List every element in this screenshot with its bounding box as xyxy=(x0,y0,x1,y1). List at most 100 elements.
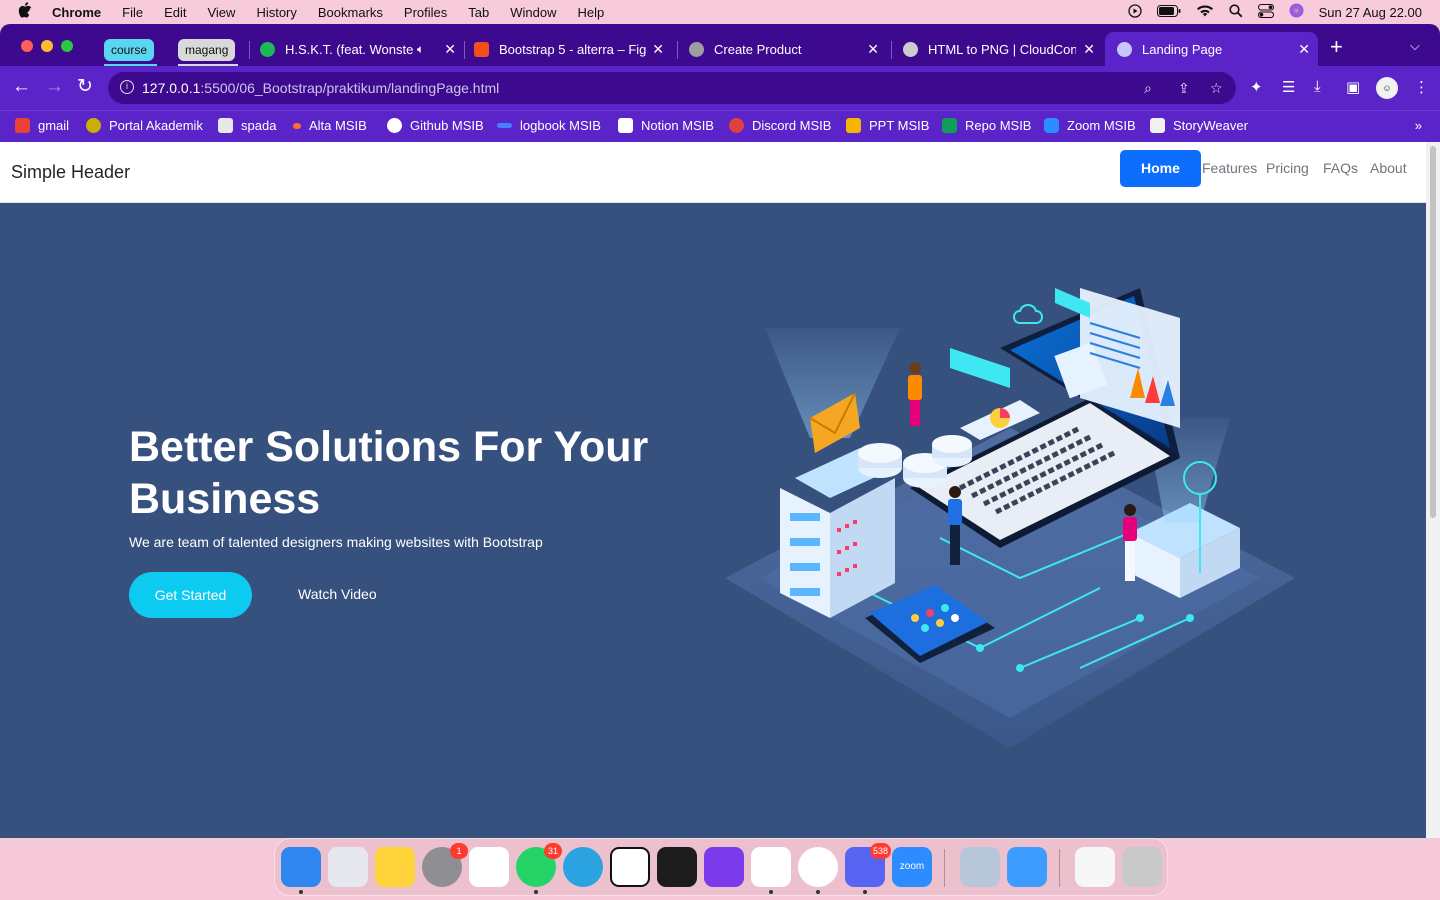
get-started-button[interactable]: Get Started xyxy=(129,572,252,618)
bookmark-storyweaver[interactable]: StoryWeaver xyxy=(1150,118,1248,133)
forward-button[interactable]: → xyxy=(45,76,64,98)
control-center-icon[interactable] xyxy=(1257,3,1274,21)
notes-icon[interactable] xyxy=(375,847,415,887)
nav-faqs[interactable]: FAQs xyxy=(1314,150,1367,187)
page-scrollbar[interactable] xyxy=(1426,142,1440,838)
search-icon[interactable] xyxy=(1229,3,1243,21)
speaker-icon[interactable]: 🔈︎ xyxy=(417,42,424,57)
side-panel-icon[interactable]: ▣ xyxy=(1346,78,1360,96)
menu-profiles[interactable]: Profiles xyxy=(404,5,447,20)
close-window-button[interactable] xyxy=(21,40,33,52)
site-info-icon[interactable]: i xyxy=(120,80,134,94)
zoom-icon[interactable]: zoom xyxy=(892,847,932,887)
menu-window[interactable]: Window xyxy=(510,5,556,20)
launchpad-icon[interactable] xyxy=(328,847,368,887)
chrome-icon[interactable] xyxy=(798,847,838,887)
url-text[interactable]: 127.0.0.1:5500/06_Bootstrap/praktikum/la… xyxy=(142,80,499,96)
media-control-icon[interactable]: ☰ xyxy=(1282,78,1295,96)
bookmark-star-icon[interactable]: ☆ xyxy=(1210,80,1223,97)
system-settings-icon[interactable]: 1 xyxy=(422,843,468,887)
nav-home[interactable]: Home xyxy=(1120,150,1201,187)
menu-tab[interactable]: Tab xyxy=(468,5,489,20)
storyweaver-icon xyxy=(1150,118,1165,133)
site-brand[interactable]: Simple Header xyxy=(11,162,130,183)
whatsapp-icon[interactable]: 31 xyxy=(516,843,562,887)
scrollbar-thumb[interactable] xyxy=(1430,146,1436,518)
download-icon[interactable]: ⤓ xyxy=(1314,78,1321,95)
watch-video-link[interactable]: Watch Video xyxy=(298,586,377,602)
preview-icon[interactable] xyxy=(960,847,1000,887)
telegram-icon[interactable] xyxy=(563,847,603,887)
slack-icon[interactable] xyxy=(469,847,509,887)
bookmark-discord-msib[interactable]: Discord MSIB xyxy=(729,118,831,133)
bookmark-portal-akademik[interactable]: Portal Akademik xyxy=(86,118,203,133)
zoom-window-button[interactable] xyxy=(61,40,73,52)
apple-icon[interactable] xyxy=(18,2,36,22)
bookmark-label: logbook MSIB xyxy=(520,118,601,133)
discord-icon[interactable]: 538 xyxy=(845,843,891,887)
more-menu-icon[interactable]: ⋮ xyxy=(1414,78,1429,96)
reload-button[interactable]: ↻ xyxy=(77,76,93,98)
profile-avatar[interactable]: ☺ xyxy=(1376,77,1398,99)
zoom-icon[interactable]: ⌕ xyxy=(1144,80,1152,97)
new-tab-button[interactable]: + xyxy=(1330,36,1343,58)
minimize-window-button[interactable] xyxy=(41,40,53,52)
bookmark-github-msib[interactable]: Github MSIB xyxy=(387,118,484,133)
play-icon[interactable] xyxy=(1127,3,1142,21)
back-button[interactable]: ← xyxy=(12,76,31,98)
extensions-icon[interactable]: ✦ xyxy=(1250,78,1263,96)
tab-separator xyxy=(677,41,678,59)
macos-dock: 1 31 538 zoom xyxy=(274,838,1168,896)
document-icon[interactable] xyxy=(1075,847,1115,887)
close-tab-icon[interactable]: ✕ xyxy=(444,41,456,58)
bookmark-repo-msib[interactable]: Repo MSIB xyxy=(942,118,1031,133)
battery-icon[interactable] xyxy=(1156,4,1181,20)
bookmark-alta-msib[interactable]: Alta MSIB xyxy=(293,118,367,133)
address-bar[interactable]: i 127.0.0.1:5500/06_Bootstrap/praktikum/… xyxy=(108,72,1236,104)
nav-features[interactable]: Features xyxy=(1193,150,1266,187)
bookmark-ppt-msib[interactable]: PPT MSIB xyxy=(846,118,929,133)
bookmark-label: Notion MSIB xyxy=(641,118,714,133)
menu-history[interactable]: History xyxy=(256,5,296,20)
vscode-icon[interactable] xyxy=(751,847,791,887)
menu-bookmarks[interactable]: Bookmarks xyxy=(318,5,383,20)
hero-title: Better Solutions For Your Business xyxy=(129,423,649,523)
clock[interactable]: Sun 27 Aug 22.00 xyxy=(1319,5,1422,20)
menu-help[interactable]: Help xyxy=(578,5,605,20)
bookmark-gmail[interactable]: gmail xyxy=(15,118,69,133)
tab-figma[interactable]: Bootstrap 5 - alterra – Fig ✕ xyxy=(472,32,672,66)
bookmark-logbook-msib[interactable]: logbook MSIB xyxy=(497,118,601,133)
tab-create-product[interactable]: Create Product ✕ xyxy=(687,32,887,66)
menu-file[interactable]: File xyxy=(122,5,143,20)
share-icon[interactable]: ⇪ xyxy=(1178,80,1190,97)
wifi-icon[interactable] xyxy=(1196,4,1214,20)
mail-icon[interactable] xyxy=(1007,847,1047,887)
bookmark-zoom-msib[interactable]: Zoom MSIB xyxy=(1044,118,1136,133)
terminal-icon[interactable] xyxy=(657,847,697,887)
tab-search-chevron-icon[interactable]: ⌵ xyxy=(1410,38,1420,54)
nav-pricing[interactable]: Pricing xyxy=(1257,150,1318,187)
menu-edit[interactable]: Edit xyxy=(164,5,186,20)
finder-icon[interactable] xyxy=(281,847,321,887)
close-tab-icon[interactable]: ✕ xyxy=(1083,41,1095,58)
nav-about[interactable]: About xyxy=(1361,150,1416,187)
menu-chrome[interactable]: Chrome xyxy=(52,5,101,20)
menu-view[interactable]: View xyxy=(207,5,235,20)
tab-group-magang[interactable]: magang xyxy=(178,39,236,61)
tab-group-course[interactable]: course xyxy=(104,39,155,61)
tab-title: Bootstrap 5 - alterra – Fig xyxy=(499,41,647,57)
bookmark-notion-msib[interactable]: Notion MSIB xyxy=(618,118,714,133)
notion-icon[interactable] xyxy=(610,847,650,887)
close-tab-icon[interactable]: ✕ xyxy=(867,41,879,58)
more-bookmarks-icon[interactable]: » xyxy=(1415,118,1422,133)
siri-icon[interactable] xyxy=(1289,3,1304,21)
tab-cloudconvert[interactable]: HTML to PNG | CloudConv ✕ xyxy=(901,32,1103,66)
figma-icon xyxy=(474,41,489,57)
bookmark-spada[interactable]: spada xyxy=(218,118,276,133)
close-tab-icon[interactable]: ✕ xyxy=(652,41,664,58)
tab-landing-page[interactable]: Landing Page ✕ xyxy=(1105,32,1318,66)
close-tab-icon[interactable]: ✕ xyxy=(1298,41,1310,58)
tab-spotify[interactable]: H.S.K.T. (feat. Wonste 🔈︎ ✕ xyxy=(258,32,464,66)
trash-icon[interactable] xyxy=(1122,847,1162,887)
github-desktop-icon[interactable] xyxy=(704,847,744,887)
